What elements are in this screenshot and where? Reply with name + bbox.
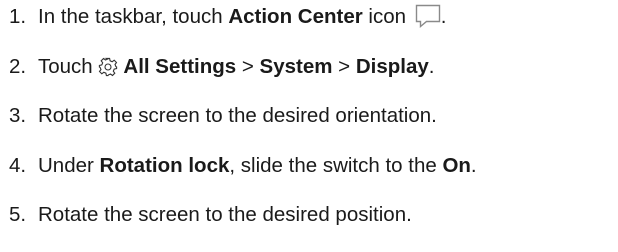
action-center-icon xyxy=(415,4,441,28)
step-3: 3. Rotate the screen to the desired orien… xyxy=(9,101,437,131)
step-text: > xyxy=(332,55,356,78)
step-5: 5. Rotate the screen to the desired posit… xyxy=(9,200,412,230)
on-label: On xyxy=(442,154,471,177)
step-number: 4. xyxy=(9,154,27,177)
all-settings-label: All Settings xyxy=(123,55,237,78)
step-text: . xyxy=(470,154,477,177)
step-4: 4. Under Rotation lock, slide the switch … xyxy=(9,151,477,181)
gear-icon xyxy=(98,56,118,76)
step-text: Under xyxy=(38,154,100,177)
step-number: 2. xyxy=(9,55,27,78)
step-number: 1. xyxy=(9,5,27,28)
system-label: System xyxy=(259,55,333,78)
step-2: 2. Touch All Settings > System > Display. xyxy=(9,52,434,82)
step-text: Rotate the screen to the desired orienta… xyxy=(38,104,437,127)
step-text: Rotate the screen to the desired positio… xyxy=(38,203,412,226)
step-number: 5. xyxy=(9,203,27,226)
step-1: 1. In the taskbar, touch Action Center ic… xyxy=(9,2,446,32)
step-text: Touch xyxy=(38,55,99,78)
action-center-label: Action Center xyxy=(228,5,363,28)
step-text: , slide the switch to the xyxy=(229,154,443,177)
step-text: In the taskbar, touch xyxy=(38,5,229,28)
step-text: > xyxy=(236,55,260,78)
display-label: Display xyxy=(355,55,429,78)
step-text: icon xyxy=(362,5,412,28)
rotation-lock-label: Rotation lock xyxy=(99,154,230,177)
step-number: 3. xyxy=(9,104,27,127)
step-text: . xyxy=(440,5,447,28)
step-text: . xyxy=(428,55,435,78)
